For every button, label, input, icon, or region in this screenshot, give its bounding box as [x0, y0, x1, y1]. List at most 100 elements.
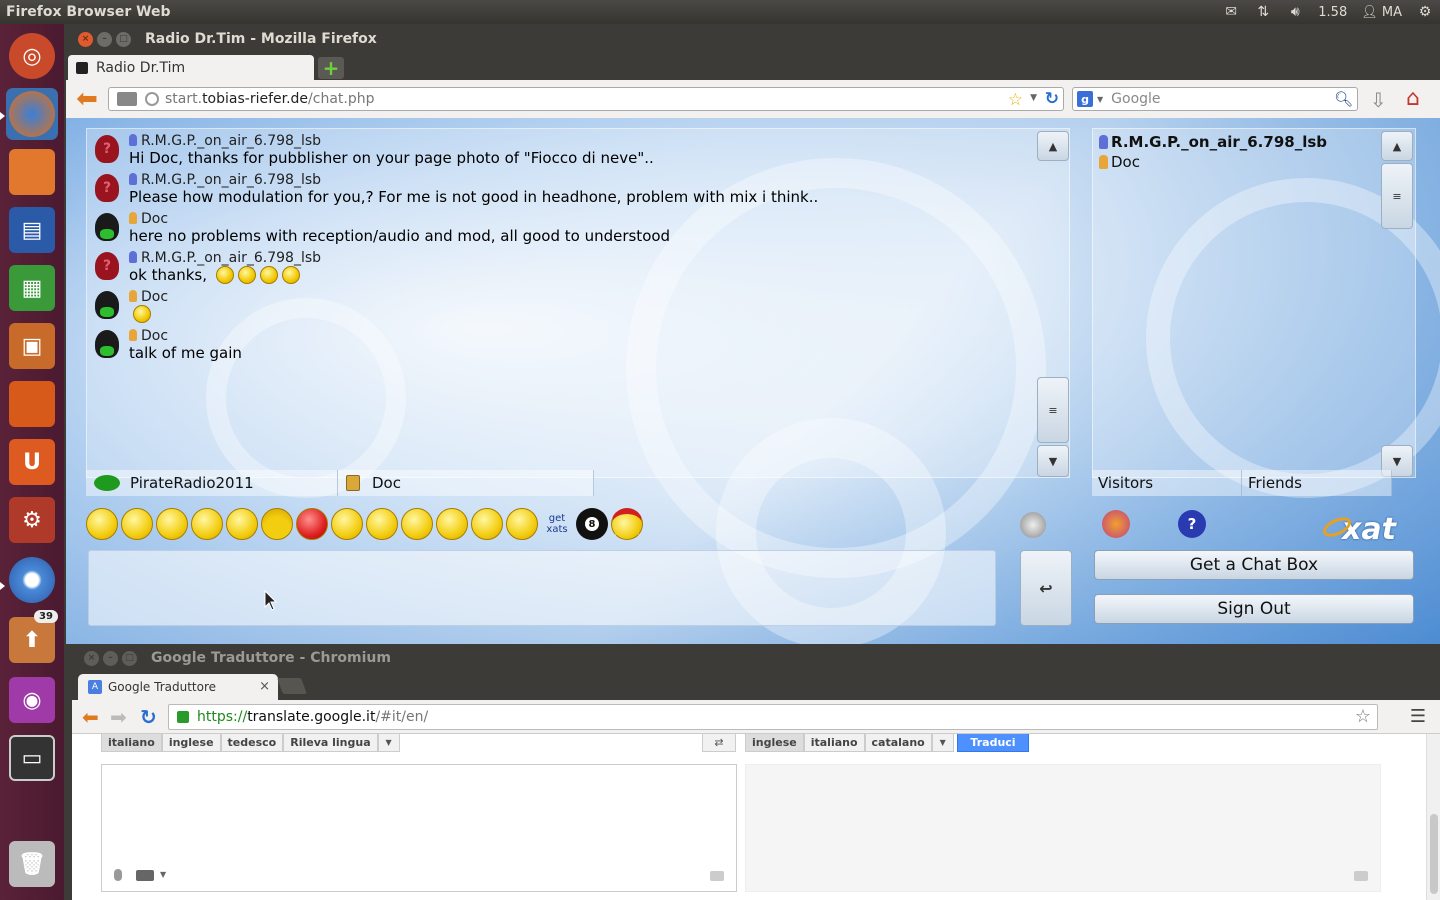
translate-button[interactable]: Traduci — [957, 734, 1029, 752]
tab-radio-drtim[interactable]: Radio Dr.Tim — [68, 55, 314, 80]
tab-google-translate[interactable]: A Google Traduttore × — [78, 674, 278, 700]
history-dropdown-icon[interactable]: ▼ — [1030, 93, 1037, 103]
tab-friends[interactable]: Friends — [1242, 470, 1392, 496]
google-engine-icon[interactable]: g — [1077, 91, 1093, 107]
microphone-icon[interactable] — [114, 869, 122, 881]
source-lang-italiano[interactable]: italiano — [101, 734, 162, 752]
smile-smiley-icon[interactable] — [86, 508, 118, 540]
message-scroll-down-button[interactable]: ▼ — [1037, 445, 1069, 477]
forward-arrow-icon[interactable]: ➡ — [110, 705, 127, 729]
users-scroll-thumb[interactable]: ≡ — [1381, 163, 1413, 229]
source-lang-inglese[interactable]: inglese — [161, 734, 221, 752]
omnibox[interactable]: https://translate.google.it/#it/en/ ☆ — [168, 704, 1378, 730]
message-user[interactable]: R.M.G.P._on_air_6.798_lsb — [129, 250, 321, 266]
launcher-dash[interactable]: ◎ — [6, 30, 58, 82]
chevron-down-icon[interactable]: ▼ — [160, 870, 166, 879]
source-lang-detect[interactable]: Rileva lingua — [283, 734, 378, 752]
launcher-ubuntu-one[interactable]: U — [6, 436, 58, 488]
site-identity-icon[interactable] — [117, 92, 137, 106]
launcher-webcam[interactable]: ◉ — [6, 674, 58, 726]
sign-out-button[interactable]: Sign Out — [1094, 594, 1414, 624]
search-bar[interactable]: g ▼ Google 🔍︎ — [1072, 87, 1358, 111]
network-icon[interactable]: ⇅ — [1254, 4, 1272, 20]
tab-private-chat[interactable]: Doc — [338, 470, 594, 496]
help-icon[interactable]: ? — [1178, 510, 1206, 538]
send-button[interactable]: ↩ — [1020, 550, 1072, 626]
get-chat-box-button[interactable]: Get a Chat Box — [1094, 550, 1414, 580]
close-icon[interactable]: × — [84, 650, 99, 666]
source-lang-tedesco[interactable]: tedesco — [220, 734, 284, 752]
close-icon[interactable]: × — [78, 31, 93, 47]
volume-icon[interactable]: 🔊︎ — [1286, 4, 1304, 20]
search-icon[interactable]: 🔍︎ — [1334, 90, 1353, 108]
swap-languages-button[interactable]: ⇄ — [702, 734, 736, 752]
ninja-avatar-icon[interactable] — [95, 213, 119, 241]
message-user[interactable]: Doc — [129, 289, 168, 305]
question-avatar-icon[interactable]: ? — [95, 174, 119, 202]
message-pane[interactable]: ? R.M.G.P._on_air_6.798_lsb Hi Doc, than… — [86, 128, 1070, 478]
ninja-avatar-icon[interactable] — [95, 291, 119, 319]
page-scrollbar[interactable] — [1426, 734, 1440, 900]
tongue-smiley-icon[interactable] — [226, 508, 258, 540]
launcher-trash[interactable]: 🗑︎ — [6, 838, 58, 890]
more-smileys-icon[interactable] — [611, 508, 643, 540]
maximize-icon[interactable]: □ — [122, 650, 137, 666]
minimize-icon[interactable]: – — [97, 31, 112, 47]
message-input[interactable] — [88, 550, 996, 626]
sad-smiley-icon[interactable] — [401, 508, 433, 540]
eight-ball-icon[interactable]: 8 — [576, 508, 608, 540]
get-xats-button[interactable]: get xats — [541, 508, 573, 540]
message-user[interactable]: R.M.G.P._on_air_6.798_lsb — [129, 133, 321, 149]
launcher-impress[interactable]: ▣ — [6, 320, 58, 372]
target-lang-inglese[interactable]: inglese — [745, 734, 804, 752]
question-avatar-icon[interactable]: ? — [95, 135, 119, 163]
padlock-icon[interactable] — [177, 711, 189, 723]
group-users-icon[interactable] — [1102, 510, 1130, 538]
launcher-update-manager[interactable]: ⬆ 39 — [6, 610, 58, 666]
launcher-firefox[interactable] — [6, 88, 58, 140]
message-user[interactable]: Doc — [129, 328, 168, 344]
user-list-item[interactable]: R.M.G.P._on_air_6.798_lsb — [1099, 133, 1327, 151]
new-tab-button[interactable]: + — [318, 56, 344, 80]
launcher-writer[interactable]: ▤ — [6, 204, 58, 256]
home-icon[interactable]: ⌂ — [1406, 86, 1420, 111]
message-user[interactable]: Doc — [129, 211, 168, 227]
feedback-icon[interactable] — [710, 871, 724, 881]
xat-logo[interactable]: xat — [1320, 512, 1396, 547]
biggrin-smiley-icon[interactable] — [121, 508, 153, 540]
bookmark-star-icon[interactable]: ☆ — [1355, 706, 1371, 727]
launcher-files[interactable] — [6, 146, 58, 198]
clock[interactable]: 1.58 — [1318, 5, 1347, 20]
ninja-avatar-icon[interactable] — [95, 330, 119, 358]
url-bar[interactable]: start. tobias-riefer.de/chat.php ☆ ▼ ↻ — [108, 87, 1064, 111]
gear-icon[interactable]: ⚙ — [1416, 4, 1434, 20]
chevron-down-icon[interactable]: ▼ — [377, 734, 400, 752]
engine-dropdown-icon[interactable]: ▼ — [1097, 95, 1103, 104]
tab-visitors[interactable]: Visitors — [1092, 470, 1242, 496]
launcher-calc[interactable]: ▦ — [6, 262, 58, 314]
users-scroll-up-button[interactable]: ▲ — [1381, 131, 1413, 161]
launcher-chromium[interactable] — [6, 554, 58, 606]
message-scroll-up-button[interactable]: ▲ — [1037, 131, 1069, 161]
mail-icon[interactable]: ✉ — [1222, 4, 1240, 20]
question-avatar-icon[interactable]: ? — [95, 252, 119, 280]
mad-smiley-icon[interactable] — [296, 508, 328, 540]
eek-smiley-icon[interactable] — [506, 508, 538, 540]
launcher-settings[interactable]: ⚙ — [6, 494, 58, 546]
confused-smiley-icon[interactable] — [331, 508, 363, 540]
source-text-input[interactable]: ▼ — [101, 764, 737, 892]
back-arrow-icon[interactable]: ⬅ — [82, 705, 99, 729]
download-icon[interactable]: ⇩ — [1370, 88, 1387, 112]
new-tab-button[interactable] — [277, 678, 307, 694]
minimize-icon[interactable]: – — [103, 650, 118, 666]
reload-icon[interactable]: ↻ — [1045, 89, 1059, 109]
bookmark-star-icon[interactable]: ☆ — [1008, 90, 1023, 110]
feedback-icon[interactable] — [1354, 871, 1368, 881]
menu-icon[interactable]: ☰ — [1410, 706, 1426, 727]
target-lang-italiano[interactable]: italiano — [803, 734, 865, 752]
surprised-smiley-icon[interactable] — [191, 508, 223, 540]
message-user[interactable]: R.M.G.P._on_air_6.798_lsb — [129, 172, 321, 188]
launcher-workspaces[interactable]: ▭ — [6, 732, 58, 784]
wink-smiley-icon[interactable] — [156, 508, 188, 540]
smirk-smiley-icon[interactable] — [471, 508, 503, 540]
